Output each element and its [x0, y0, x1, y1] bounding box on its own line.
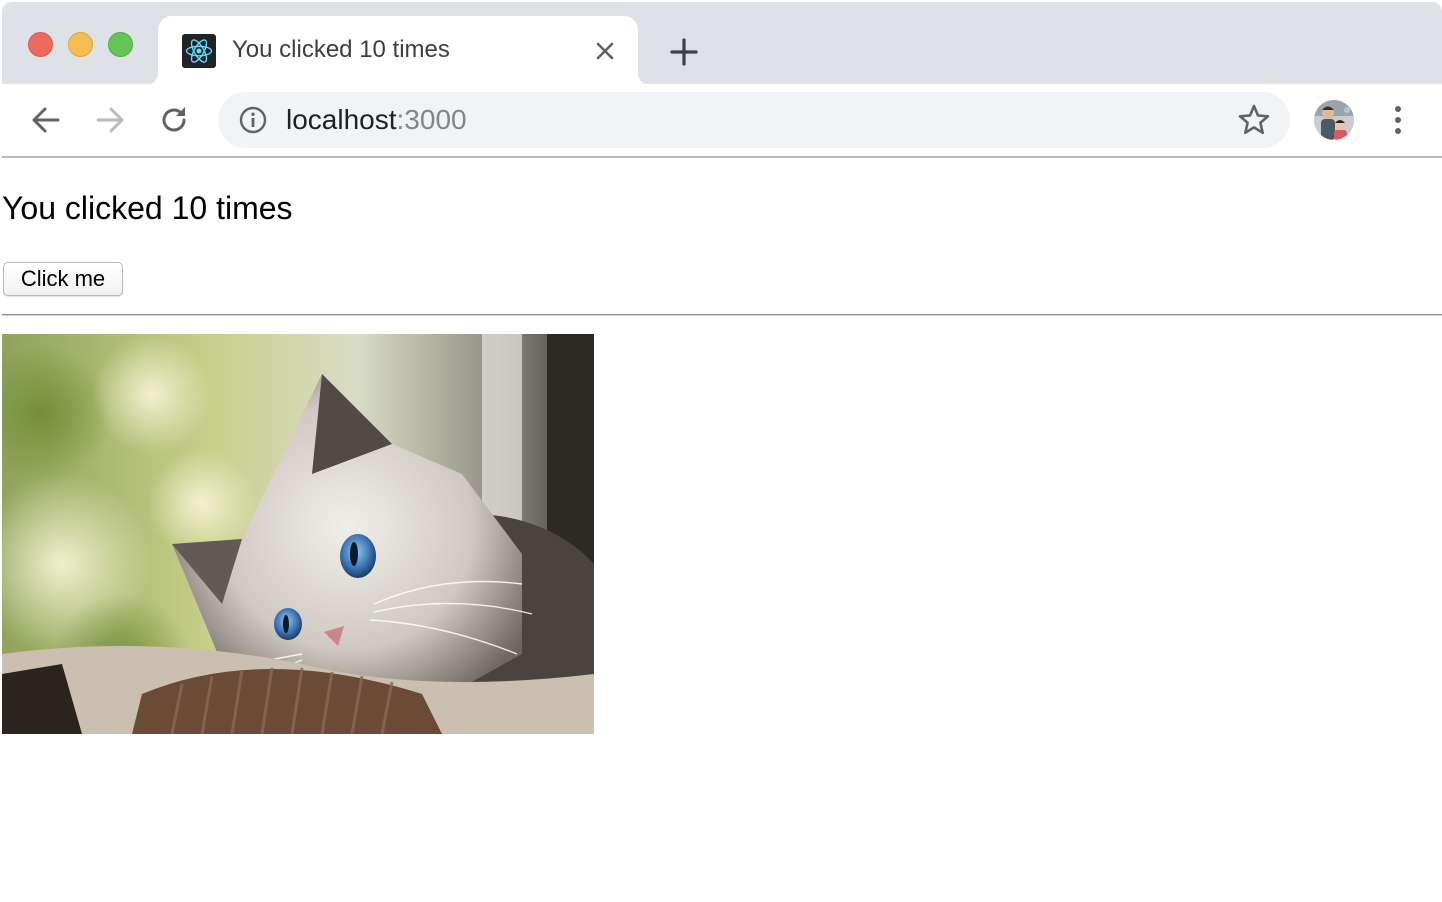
profile-avatar[interactable]	[1314, 100, 1354, 140]
url-text: localhost:3000	[286, 104, 467, 136]
new-tab-plus-icon[interactable]	[666, 34, 702, 70]
url-port: :3000	[396, 104, 467, 135]
close-window-button[interactable]	[28, 32, 53, 57]
url-host: localhost	[286, 104, 397, 135]
site-info-icon[interactable]	[238, 105, 268, 135]
active-tab[interactable]: You clicked 10 times	[144, 16, 652, 86]
toolbar: localhost:3000	[2, 84, 1442, 156]
reload-icon[interactable]	[150, 96, 198, 144]
click-counter-text: You clicked 10 times	[2, 190, 293, 226]
tab-title: You clicked 10 times	[232, 36, 450, 63]
cat-photo	[2, 334, 594, 734]
tab-strip: You clicked 10 times	[2, 2, 1442, 86]
back-arrow-icon[interactable]	[22, 96, 70, 144]
bookmark-star-icon[interactable]	[1236, 102, 1272, 138]
address-bar[interactable]: localhost:3000	[218, 92, 1290, 148]
react-logo-icon	[182, 34, 216, 68]
minimize-window-button[interactable]	[68, 32, 93, 57]
more-menu-icon[interactable]	[1382, 100, 1414, 140]
horizontal-rule	[2, 314, 1442, 316]
forward-arrow-icon[interactable]	[86, 96, 134, 144]
zoom-window-button[interactable]	[108, 32, 133, 57]
page-content: You clicked 10 times Click me	[2, 158, 1442, 902]
browser-window: You clicked 10 times localhost:3000 You …	[0, 0, 1442, 902]
click-me-button[interactable]: Click me	[3, 262, 123, 296]
tab-close-icon[interactable]	[590, 36, 620, 66]
